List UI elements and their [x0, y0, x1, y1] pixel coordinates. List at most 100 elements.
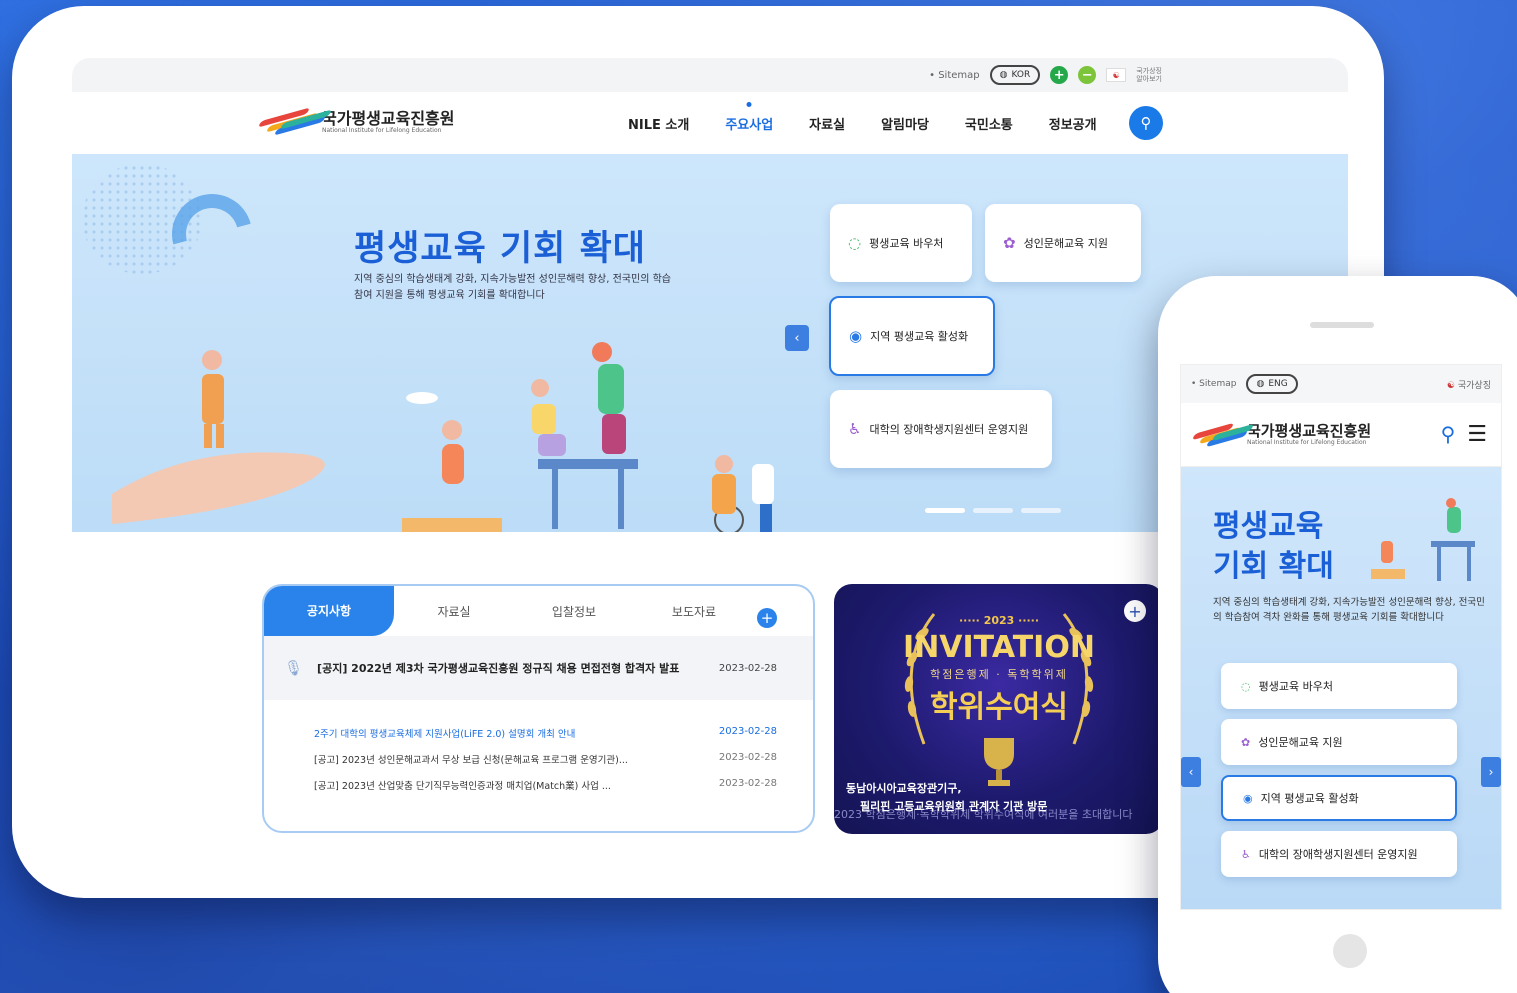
pagination-dot[interactable]	[925, 508, 965, 513]
list-item[interactable]: 2주기 대학의 평생교육체제 지원사업(LiFE 2.0) 설명회 개최 안내 …	[314, 726, 777, 752]
nav-item-about[interactable]: NILE 소개	[628, 114, 689, 133]
phone-sitemap-link[interactable]: • Sitemap	[1191, 379, 1236, 389]
hero-illustration	[112, 342, 774, 532]
hero-prev-button[interactable]: ‹	[785, 325, 809, 351]
phone-prev-button[interactable]: ‹	[1181, 757, 1201, 787]
phone-hero-section: 평생교육 기회 확대 지역 중심의 학습생태계 강화, 지속가능발전 성인문해력…	[1181, 467, 1501, 909]
phone-language-toggle[interactable]: ◍ ENG	[1246, 374, 1298, 394]
phone-speaker	[1310, 322, 1374, 328]
banner-subtitle: 학점은행제 · 독학학위제	[930, 668, 1068, 681]
phone-hero-description: 지역 중심의 학습생태계 강화, 지속가능발전 성인문해력 향상, 전국민의 학…	[1213, 597, 1485, 623]
hero-card-regional[interactable]: ◉ 지역 평생교육 활성화	[829, 296, 995, 376]
list-item[interactable]: [공고] 2023년 산업맞춤 단기직무능력인증과정 매치업(Match業) 사…	[314, 778, 777, 804]
list-item[interactable]: [공고] 2023년 성인문해교과서 무상 보급 신청(문해교육 프로그램 운영…	[314, 752, 777, 778]
chat-bubble-icon: ◌	[1241, 679, 1251, 693]
language-toggle[interactable]: ◍ KOR	[989, 65, 1041, 85]
notice-list: 2주기 대학의 평생교육체제 지원사업(LiFE 2.0) 설명회 개최 안내 …	[264, 700, 813, 804]
logo-mark-icon	[257, 107, 333, 136]
phone-header: 국가평생교육진흥원 National Institute for Lifelon…	[1181, 403, 1501, 467]
language-label: KOR	[1011, 70, 1031, 80]
logo-name: 국가평생교육진흥원	[322, 108, 455, 128]
phone-hero-illustration	[1371, 498, 1475, 581]
phone-hero-title-line1: 평생교육	[1213, 509, 1324, 544]
phone-logo-subtitle: National Institute for Lifelong Educatio…	[1247, 439, 1367, 446]
list-item-date: 2023-02-28	[718, 726, 777, 737]
phone-card-disability[interactable]: ♿ 대학의 장애학생지원센터 운영지원	[1221, 831, 1457, 877]
national-symbol-line2: 알아보기	[1136, 75, 1162, 83]
chat-bubble-icon: ◌	[848, 234, 862, 252]
list-item-title: 2주기 대학의 평생교육체제 지원사업(LiFE 2.0) 설명회 개최 안내	[314, 729, 576, 740]
list-item-title: [공고] 2023년 산업맞춤 단기직무능력인증과정 매치업(Match業) 사…	[314, 781, 611, 792]
board-more-button[interactable]: +	[757, 608, 777, 628]
hero-card-voucher[interactable]: ◌ 평생교육 바우처	[830, 204, 972, 282]
hamburger-menu-icon[interactable]: ☰	[1467, 422, 1487, 447]
featured-notice-title: [공지] 2022년 제3차 국가평생교육진흥원 정규직 채용 면접전형 합격자…	[317, 662, 680, 675]
hero-card-label: 성인문해교육 지원	[1023, 237, 1109, 250]
phone-header-actions: ⚲ ☰	[1441, 422, 1487, 447]
people-icon: ✿	[1003, 234, 1016, 252]
hero-title: 평생교육 기회 확대	[354, 229, 646, 269]
phone-card-voucher[interactable]: ◌ 평생교육 바우처	[1221, 663, 1457, 709]
search-icon[interactable]: ⚲	[1441, 422, 1456, 447]
national-symbol-link[interactable]: 국가상징 알아보기	[1136, 67, 1162, 83]
search-icon: ⚲	[1140, 114, 1152, 132]
nav-item-main-projects[interactable]: 주요사업	[725, 114, 773, 133]
phone-next-button[interactable]: ›	[1481, 757, 1501, 787]
banner-caption-2-text: 필리핀 고등교육위원회 관계자 기관 방문	[860, 800, 1048, 813]
tab-notices[interactable]: 공지사항	[264, 586, 394, 636]
list-item-date: 2023-02-28	[718, 752, 777, 763]
pagination-dot[interactable]	[1021, 508, 1061, 513]
phone-device: • Sitemap ◍ ENG ☯ 국가상징 국가평생교육진흥원 Nationa…	[1158, 276, 1517, 993]
zoom-out-button[interactable]: −	[1078, 66, 1097, 84]
korea-flag-icon[interactable]: ☯	[1106, 68, 1127, 82]
phone-site-logo[interactable]: 국가평생교육진흥원 National Institute for Lifelon…	[1247, 423, 1371, 446]
board-tabs: 공지사항 자료실 입찰정보 보도자료 +	[264, 586, 813, 636]
hero-card-literacy[interactable]: ✿ 성인문해교육 지원	[985, 204, 1141, 282]
people-icon: ✿	[1241, 735, 1251, 749]
logo-mark-icon	[1191, 422, 1255, 447]
phone-national-symbol-label: 국가상징	[1457, 380, 1491, 391]
phone-hero-title-line2: 기회 확대	[1213, 549, 1334, 584]
hero-card-disability[interactable]: ♿ 대학의 장애학생지원센터 운영지원	[830, 390, 1052, 468]
promo-banner[interactable]: ····· 2023 ····· INVITATION 학점은행제 · 독학학위…	[834, 584, 1164, 834]
notice-board: 공지사항 자료실 입찰정보 보도자료 + 🎙 [공지] 2022년 제3차 국가…	[262, 584, 815, 833]
globe-icon: ◍	[999, 70, 1008, 80]
hero-section: 평생교육 기회 확대 지역 중심의 학습생태계 강화, 지속가능발전 성인문해력…	[72, 154, 1348, 532]
phone-national-symbol-link[interactable]: ☯ 국가상징	[1447, 378, 1491, 391]
utility-bar: • Sitemap ◍ KOR + − ☯ 국가상징 알아보기	[72, 58, 1348, 92]
search-button[interactable]: ⚲	[1129, 106, 1163, 140]
location-pin-icon: ◉	[1243, 791, 1253, 805]
chevron-left-icon: ‹	[1188, 765, 1194, 779]
tab-resources[interactable]: 자료실	[394, 603, 514, 620]
phone-card-label: 대학의 장애학생지원센터 운영지원	[1258, 848, 1418, 861]
pagination-dot[interactable]	[973, 508, 1013, 513]
featured-notice-date: 2023-02-28	[718, 662, 777, 674]
sitemap-link[interactable]: • Sitemap	[929, 70, 980, 81]
nav-item-resources[interactable]: 자료실	[809, 114, 845, 133]
zoom-in-button[interactable]: +	[1050, 66, 1069, 84]
wheelchair-icon: ♿	[1241, 847, 1251, 861]
korea-flag-icon: ☯	[1446, 380, 1455, 391]
nav-item-communication[interactable]: 국민소통	[965, 114, 1013, 133]
site-logo[interactable]: 국가평생교육진흥원 National Institute for Lifelon…	[257, 107, 455, 136]
hero-card-label: 지역 평생교육 활성화	[870, 330, 969, 343]
trophy-icon	[984, 738, 1014, 786]
microphone-icon: 🎙	[284, 659, 304, 677]
main-nav: NILE 소개 주요사업 자료실 알림마당 국민소통 정보공개	[628, 92, 1097, 154]
logo-subtitle: National Institute for Lifelong Educatio…	[322, 126, 442, 134]
banner-more-button[interactable]: +	[1124, 600, 1146, 622]
list-item-title: [공고] 2023년 성인문해교과서 무상 보급 신청(문해교육 프로그램 운영…	[314, 755, 628, 766]
chevron-left-icon: ‹	[794, 330, 800, 346]
hero-card-label: 평생교육 바우처	[869, 237, 944, 250]
nav-item-disclosure[interactable]: 정보공개	[1049, 114, 1097, 133]
tab-press[interactable]: 보도자료	[634, 603, 754, 620]
phone-card-regional[interactable]: ◉ 지역 평생교육 활성화	[1221, 775, 1457, 821]
phone-card-literacy[interactable]: ✿ 성인문해교육 지원	[1221, 719, 1457, 765]
tab-bids[interactable]: 입찰정보	[514, 603, 634, 620]
phone-home-button[interactable]	[1333, 934, 1367, 968]
featured-notice[interactable]: 🎙 [공지] 2022년 제3차 국가평생교육진흥원 정규직 채용 면접전형 합…	[264, 636, 813, 700]
phone-utility-bar: • Sitemap ◍ ENG ☯ 국가상징	[1181, 365, 1501, 403]
chevron-right-icon: ›	[1488, 765, 1494, 779]
nav-item-notices[interactable]: 알림마당	[881, 114, 929, 133]
tablet-screen: • Sitemap ◍ KOR + − ☯ 국가상징 알아보기 국가평생교육진흥…	[72, 58, 1348, 858]
